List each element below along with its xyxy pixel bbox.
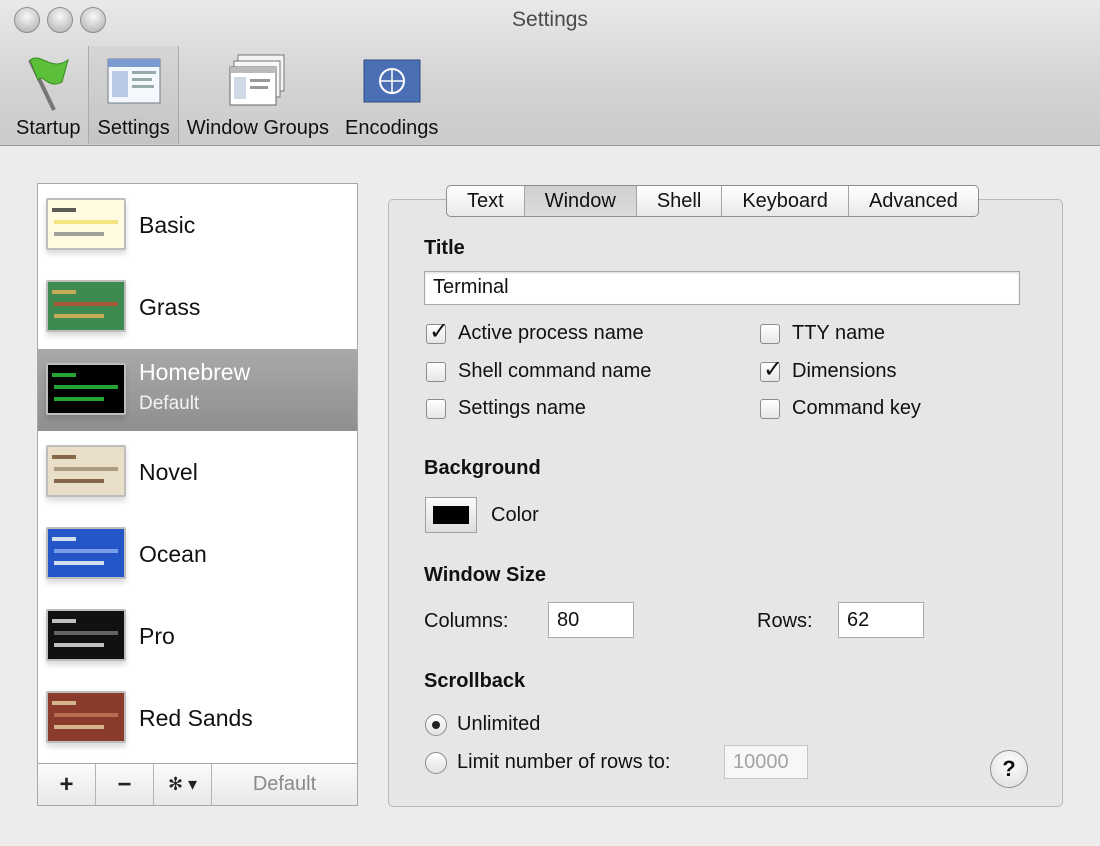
toolbar-startup[interactable]: Startup — [8, 46, 88, 144]
profile-ocean[interactable]: Ocean — [38, 513, 357, 595]
color-swatch — [433, 506, 469, 524]
profile-name: Novel — [139, 458, 198, 485]
checkbox-command-key[interactable]: Command key — [760, 397, 921, 420]
profiles-list[interactable]: Basic Grass Homebrew Default Novel Ocean… — [37, 183, 358, 765]
scrollback-heading: Scrollback — [424, 670, 526, 692]
columns-label: Columns: — [424, 610, 509, 632]
profile-thumbnail — [46, 280, 126, 332]
profile-pro[interactable]: Pro — [38, 595, 357, 677]
settings-window-icon — [102, 51, 166, 111]
checkbox-box — [760, 398, 780, 419]
set-default-button[interactable]: Default — [212, 764, 357, 805]
checkbox-box: ✓ — [760, 356, 783, 383]
help-button[interactable]: ? — [990, 750, 1028, 788]
profile-homebrew[interactable]: Homebrew Default — [38, 349, 357, 431]
background-color-well[interactable] — [425, 497, 477, 533]
profile-red-sands[interactable]: Red Sands — [38, 677, 357, 759]
profile-name: Red Sands — [139, 704, 253, 731]
profiles-list-controls: + − ✻ ▾ Default — [37, 763, 358, 806]
window-title: Settings — [512, 8, 588, 31]
radio-limit-rows[interactable]: Limit number of rows to: — [425, 751, 670, 774]
tab-window[interactable]: Window — [524, 186, 637, 216]
profile-name: Basic — [139, 211, 196, 238]
profile-novel[interactable]: Novel — [38, 431, 357, 513]
toolbar-settings[interactable]: Settings — [88, 46, 179, 144]
tab-advanced[interactable]: Advanced — [849, 186, 978, 216]
radio-circle — [425, 751, 447, 774]
tab-keyboard[interactable]: Keyboard — [722, 186, 849, 216]
flag-icon — [16, 51, 80, 111]
checkbox-box — [426, 361, 446, 382]
profile-basic[interactable]: Basic — [38, 184, 357, 266]
add-profile-button[interactable]: + — [38, 764, 96, 805]
background-heading: Background — [424, 457, 541, 479]
profile-name: Grass — [139, 293, 201, 320]
checkbox-active-process-name[interactable]: ✓ Active process name — [426, 318, 644, 345]
tab-text[interactable]: Text — [447, 186, 525, 216]
settings-tabs: Text Window Shell Keyboard Advanced — [446, 185, 979, 217]
gear-icon[interactable]: ✻ ▾ — [154, 764, 212, 805]
checkbox-settings-name[interactable]: Settings name — [426, 397, 586, 420]
preferences-toolbar: Startup Settings Window Groups Encodings — [8, 46, 446, 144]
radio-unlimited[interactable]: Unlimited — [425, 713, 540, 736]
profile-name: Homebrew — [139, 359, 251, 385]
checkbox-box: ✓ — [426, 318, 449, 345]
globe-flag-icon — [360, 51, 424, 111]
profile-thumbnail — [46, 691, 126, 743]
profile-name: Pro — [139, 622, 175, 649]
window-size-heading: Window Size — [424, 564, 547, 586]
checkbox-dimensions[interactable]: ✓ Dimensions — [760, 356, 896, 383]
rows-label: Rows: — [757, 610, 813, 632]
rows-input[interactable]: 62 — [838, 602, 924, 638]
window-titlebar: Settings Startup Settings Window Groups … — [0, 0, 1100, 146]
checkbox-tty-name[interactable]: TTY name — [760, 322, 885, 345]
tab-shell[interactable]: Shell — [637, 186, 723, 216]
color-label: Color — [491, 504, 539, 526]
profile-thumbnail — [46, 445, 126, 497]
window-title-input[interactable]: Terminal — [424, 271, 1020, 305]
window-groups-icon — [226, 51, 290, 111]
profile-name: Ocean — [139, 540, 207, 567]
toolbar-encodings[interactable]: Encodings — [337, 46, 446, 144]
remove-profile-button[interactable]: − — [96, 764, 154, 805]
checkbox-box — [760, 323, 780, 344]
profile-thumbnail — [46, 527, 126, 579]
radio-circle — [425, 713, 447, 736]
profile-grass[interactable]: Grass — [38, 266, 357, 348]
title-heading: Title — [424, 237, 465, 259]
toolbar-window-groups[interactable]: Window Groups — [179, 46, 337, 144]
default-profile-label: Default — [139, 393, 200, 414]
checkbox-box — [426, 398, 446, 419]
checkbox-shell-command-name[interactable]: Shell command name — [426, 360, 651, 383]
columns-input[interactable]: 80 — [548, 602, 634, 638]
profile-thumbnail — [46, 609, 126, 661]
row-limit-input[interactable]: 10000 — [724, 745, 808, 779]
profile-thumbnail — [46, 198, 126, 250]
profile-thumbnail — [46, 363, 126, 415]
